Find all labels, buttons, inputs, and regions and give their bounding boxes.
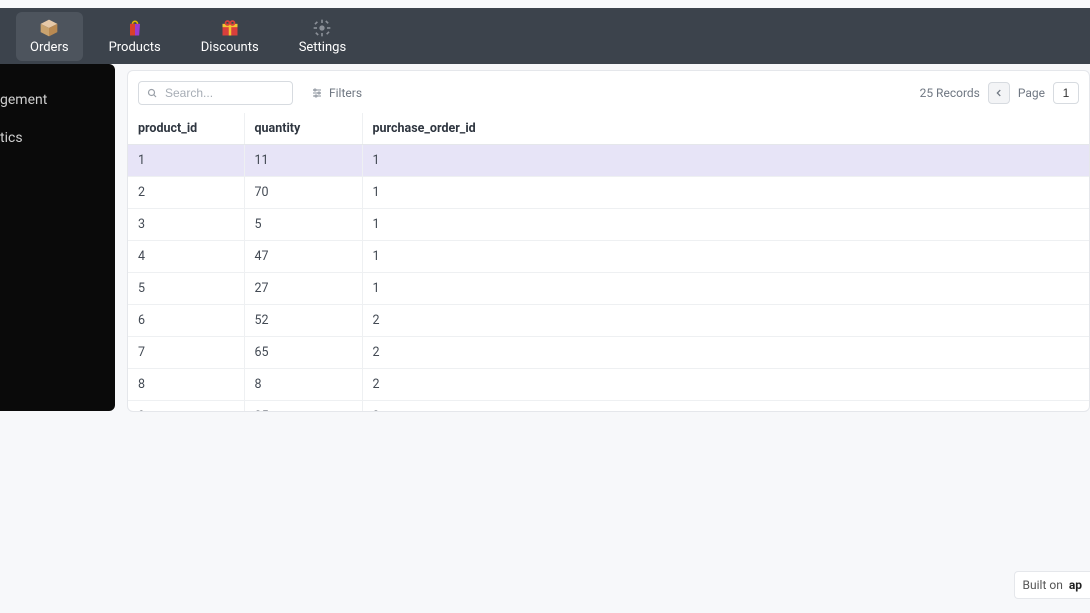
cell-quantity: 5	[244, 209, 362, 241]
table-wrap: product_id quantity purchase_order_id 11…	[128, 113, 1089, 411]
cell-quantity: 65	[244, 337, 362, 369]
cell-quantity: 8	[244, 369, 362, 401]
table-row[interactable]: 351	[128, 209, 1089, 241]
gift-icon	[220, 18, 240, 38]
top-nav: s Orders Products Discounts Settings	[0, 8, 1090, 64]
search-wrap	[138, 81, 293, 105]
nav-item-orders[interactable]: Orders	[16, 12, 83, 61]
cell-purchase_order_id: 1	[362, 241, 1089, 273]
box-icon	[39, 18, 59, 38]
nav-item-settings[interactable]: Settings	[285, 12, 360, 61]
cell-purchase_order_id: 1	[362, 209, 1089, 241]
cell-quantity: 27	[244, 273, 362, 305]
table-row[interactable]: 7652	[128, 337, 1089, 369]
cell-purchase_order_id: 2	[362, 337, 1089, 369]
data-table: product_id quantity purchase_order_id 11…	[128, 113, 1089, 411]
built-on-badge[interactable]: Built on ap	[1014, 571, 1090, 599]
cell-quantity: 35	[244, 401, 362, 412]
cell-product_id: 5	[128, 273, 244, 305]
cell-quantity: 47	[244, 241, 362, 273]
nav-label: Products	[109, 40, 161, 55]
table-row[interactable]: 9352	[128, 401, 1089, 412]
gear-icon	[312, 18, 332, 38]
col-header-purchase_order_id[interactable]: purchase_order_id	[362, 113, 1089, 145]
cell-purchase_order_id: 2	[362, 369, 1089, 401]
table-row[interactable]: 882	[128, 369, 1089, 401]
sidebar-item-tics[interactable]: tics	[0, 124, 115, 152]
built-on-label: Built on	[1023, 578, 1063, 592]
sidebar-item-management[interactable]: gement	[0, 86, 115, 114]
cell-product_id: 3	[128, 209, 244, 241]
sliders-icon	[311, 87, 323, 99]
filters-label: Filters	[329, 86, 362, 100]
sidebar-item-label: gement	[0, 92, 47, 108]
toolbar: Filters 25 Records Page	[128, 71, 1089, 113]
search-input[interactable]	[138, 81, 293, 105]
cell-product_id: 6	[128, 305, 244, 337]
sidebar-item-label: tics	[0, 130, 23, 146]
built-on-brand: ap	[1069, 578, 1082, 592]
nav-item-discounts[interactable]: Discounts	[187, 12, 273, 61]
cell-purchase_order_id: 2	[362, 401, 1089, 412]
sidebar: gement tics	[0, 64, 115, 411]
cell-product_id: 8	[128, 369, 244, 401]
table-row[interactable]: 6522	[128, 305, 1089, 337]
table-row[interactable]: 5271	[128, 273, 1089, 305]
nav-label: Discounts	[201, 40, 259, 55]
cell-purchase_order_id: 2	[362, 305, 1089, 337]
filters-button[interactable]: Filters	[311, 86, 362, 100]
cell-quantity: 70	[244, 177, 362, 209]
page-label: Page	[1018, 86, 1045, 100]
bag-icon	[125, 18, 145, 38]
cell-product_id: 7	[128, 337, 244, 369]
cell-product_id: 9	[128, 401, 244, 412]
cell-product_id: 2	[128, 177, 244, 209]
search-icon	[146, 87, 158, 99]
nav-label: Settings	[299, 40, 346, 55]
table-row[interactable]: 4471	[128, 241, 1089, 273]
cell-quantity: 52	[244, 305, 362, 337]
cell-purchase_order_id: 1	[362, 177, 1089, 209]
table-row[interactable]: 1111	[128, 145, 1089, 177]
table-row[interactable]: 2701	[128, 177, 1089, 209]
page-input[interactable]	[1053, 82, 1079, 104]
data-card: Filters 25 Records Page product_id quant…	[127, 70, 1090, 412]
cell-product_id: 1	[128, 145, 244, 177]
nav-label: Orders	[30, 40, 69, 55]
cell-quantity: 11	[244, 145, 362, 177]
records-count: 25 Records	[920, 86, 980, 100]
cell-product_id: 4	[128, 241, 244, 273]
nav-item-truncated[interactable]: s	[0, 23, 4, 50]
nav-item-products[interactable]: Products	[95, 12, 175, 61]
col-header-quantity[interactable]: quantity	[244, 113, 362, 145]
cell-purchase_order_id: 1	[362, 273, 1089, 305]
prev-page-button[interactable]	[988, 82, 1010, 104]
col-header-product_id[interactable]: product_id	[128, 113, 244, 145]
cell-purchase_order_id: 1	[362, 145, 1089, 177]
